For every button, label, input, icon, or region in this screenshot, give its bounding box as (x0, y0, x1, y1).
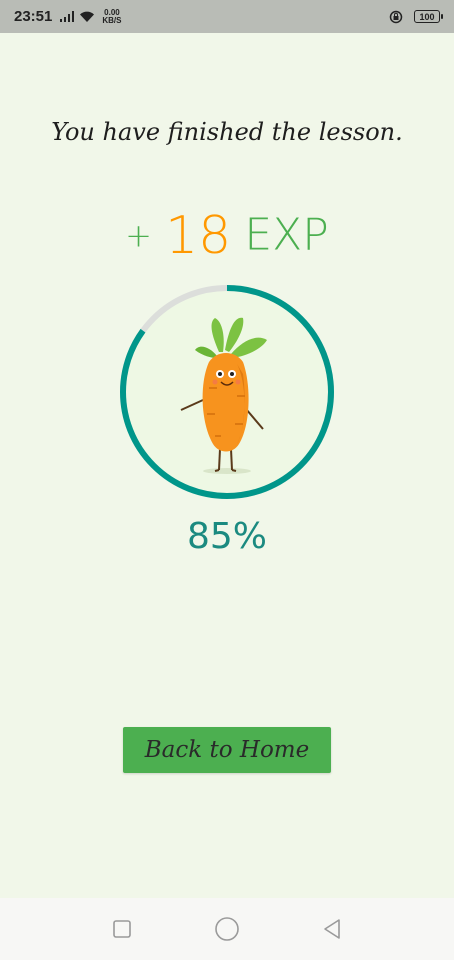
status-bar: 23:51 0.00 KB/S 100 (0, 0, 454, 33)
back-to-home-button[interactable]: Back to Home (123, 727, 331, 773)
exp-reward: + 18 EXP (0, 200, 454, 271)
battery-icon: 100 (414, 10, 443, 23)
exp-unit: EXP (244, 209, 329, 261)
navigation-bar (0, 898, 454, 960)
net-speed: 0.00 KB/S (102, 8, 122, 25)
exp-amount: 18 (165, 205, 232, 266)
rotation-lock-icon (389, 10, 403, 24)
exp-plus: + (125, 216, 152, 255)
back-triangle-icon[interactable] (317, 914, 347, 944)
wifi-icon (79, 11, 95, 23)
progress-ring (119, 284, 335, 500)
recents-square-icon[interactable] (107, 914, 137, 944)
lesson-finished-message: You have finished the lesson. (51, 118, 403, 146)
status-time: 23:51 (14, 8, 53, 25)
progress-percent: 85% (186, 516, 267, 557)
signal-icon (60, 11, 75, 22)
status-right: 100 (389, 10, 443, 24)
home-circle-icon[interactable] (212, 914, 242, 944)
net-speed-unit: KB/S (102, 15, 122, 25)
